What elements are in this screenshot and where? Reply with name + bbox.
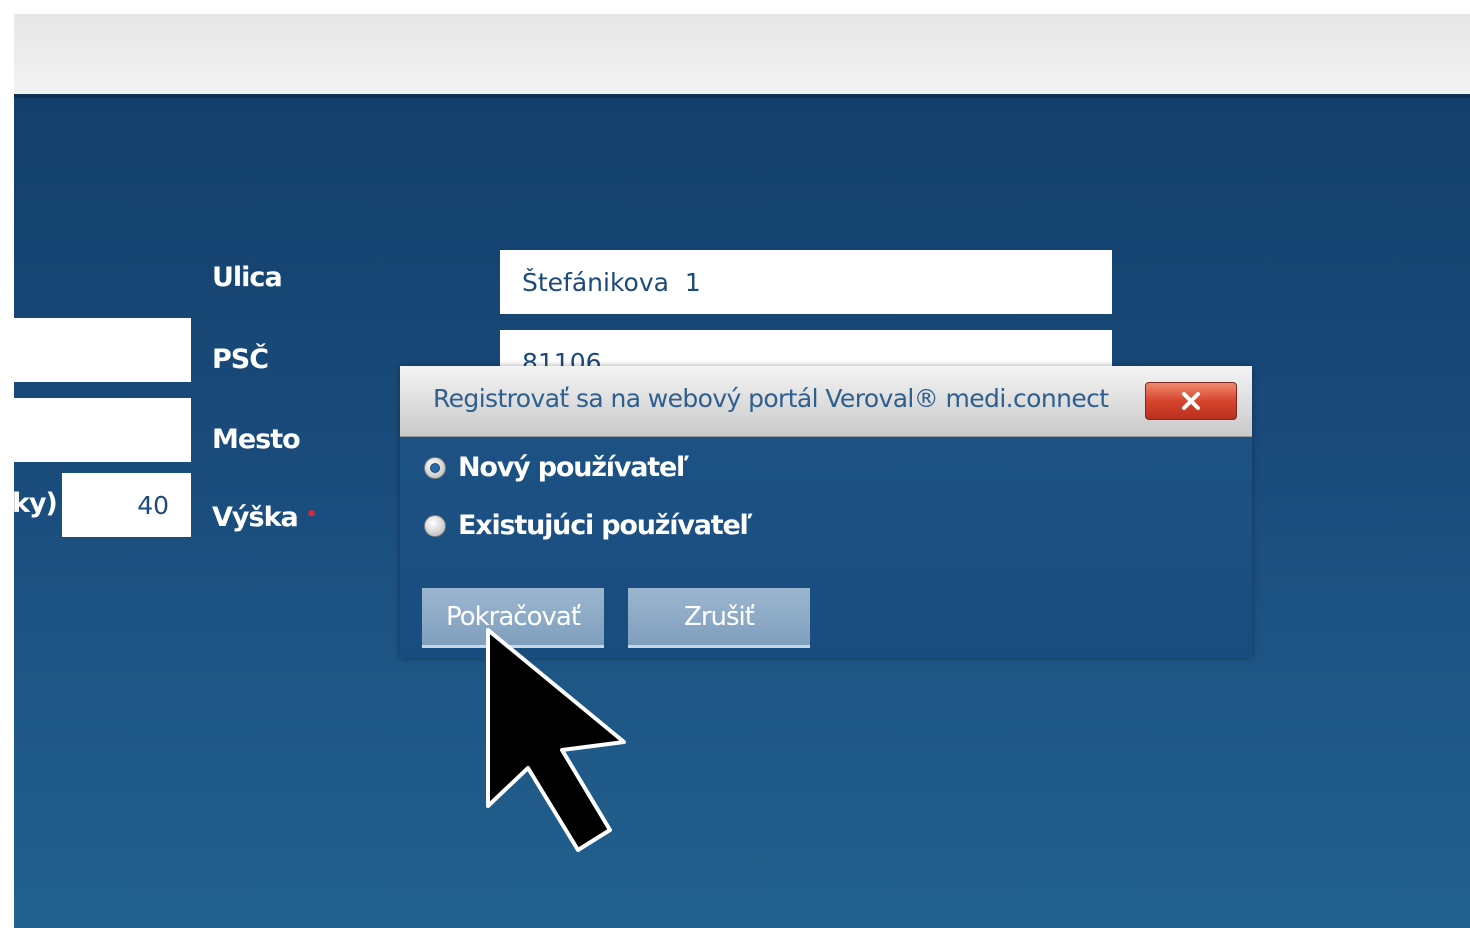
- street-input[interactable]: [500, 250, 1112, 314]
- top-header-bar: [14, 14, 1470, 96]
- weight-input[interactable]: [62, 473, 191, 537]
- radio-existing-user-indicator[interactable]: [424, 514, 446, 537]
- registration-dialog: Registrovať sa na webový portál Veroval®…: [400, 366, 1252, 658]
- left-field-2[interactable]: [14, 398, 191, 462]
- radio-new-user[interactable]: Nový používateľ: [424, 452, 689, 483]
- radio-existing-user[interactable]: Existujúci používateľ: [424, 510, 753, 541]
- height-label: Výška •: [212, 502, 317, 533]
- left-field-1[interactable]: [14, 318, 191, 382]
- app-window: ky) Ulica PSČ Mesto Výška • Registrovať s…: [14, 14, 1470, 928]
- cancel-button[interactable]: Zrušiť: [628, 588, 810, 648]
- close-icon: [1182, 392, 1200, 410]
- dialog-title-bar: Registrovať sa na webový portál Veroval®…: [400, 366, 1252, 437]
- height-label-text: Výška: [212, 502, 299, 533]
- zip-label: PSČ: [212, 344, 269, 375]
- city-label: Mesto: [212, 424, 301, 455]
- dialog-close-button[interactable]: [1145, 382, 1237, 420]
- mouse-cursor-icon: [486, 628, 626, 852]
- radio-new-user-label: Nový používateľ: [458, 452, 689, 483]
- radio-existing-user-label: Existujúci používateľ: [458, 510, 753, 541]
- weight-label-partial: ky): [14, 488, 58, 519]
- required-marker: •: [305, 504, 317, 525]
- dialog-title: Registrovať sa na webový portál Veroval®…: [433, 384, 1109, 413]
- radio-new-user-indicator[interactable]: [424, 456, 446, 479]
- street-label: Ulica: [212, 262, 283, 293]
